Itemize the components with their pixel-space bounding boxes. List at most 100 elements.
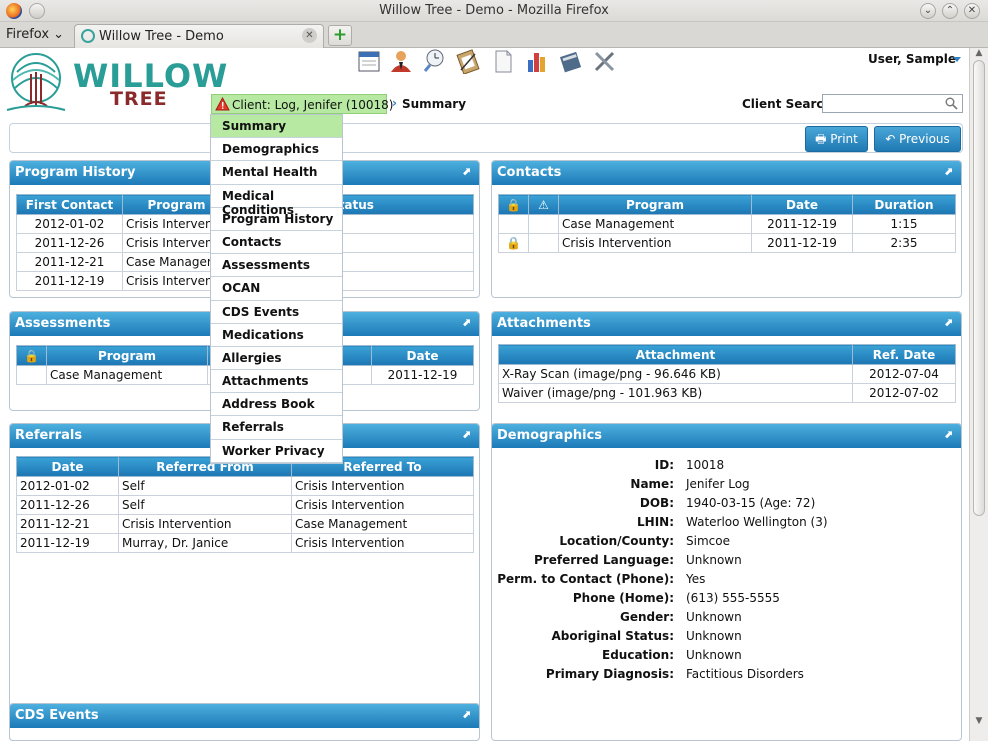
contacts-table: 🔒 ⚠ Program Date Duration Case Managemen… [498, 194, 956, 253]
clipboard-icon[interactable] [455, 48, 481, 74]
previous-button[interactable]: ↶ Previous [874, 126, 961, 152]
tools-icon[interactable] [592, 48, 618, 74]
close-window-icon[interactable]: ✕ [964, 3, 980, 19]
table-row[interactable]: 2011-12-26 Self Crisis Intervention [16, 495, 474, 515]
menu-item-attachments[interactable]: Attachments [211, 370, 342, 394]
menu-item-demographics[interactable]: Demographics [211, 138, 342, 162]
contacts-panel: Contacts ⬈ 🔒 ⚠ Program Date Duration Cas… [491, 160, 962, 298]
warning-column-icon: ⚠ [528, 194, 559, 215]
print-button[interactable]: 🖶 Print [805, 126, 868, 152]
demographic-row: ID: 10018 [654, 458, 725, 472]
bar-chart-icon[interactable] [524, 48, 550, 74]
table-row[interactable]: 2012-01-02 Self Crisis Intervention [16, 476, 474, 496]
menu-item-program-history[interactable]: Program History [211, 207, 342, 231]
tab-title: Willow Tree - Demo [99, 29, 224, 44]
vertical-scrollbar[interactable]: ▲ ▼ [969, 48, 988, 741]
demographic-row: Name: Jenifer Log [630, 477, 750, 491]
menu-item-worker-privacy[interactable]: Worker Privacy [211, 439, 342, 463]
lock-column-icon: 🔒 [16, 345, 47, 366]
minimize-icon[interactable]: ⌄ [920, 3, 936, 19]
demographic-row: Perm. to Contact (Phone): Yes [497, 572, 706, 586]
printer-icon: 🖶 [815, 132, 827, 146]
window-title: Willow Tree - Demo - Mozilla Firefox [379, 3, 609, 18]
menu-item-medical-conditions[interactable]: Medical Conditions [211, 184, 342, 217]
menu-item-contacts[interactable]: Contacts [211, 230, 342, 255]
demographic-row: Preferred Language: Unknown [534, 553, 742, 567]
action-bar: 🖶 Print ↶ Previous [9, 123, 963, 153]
warning-icon [215, 97, 230, 111]
client-search-field[interactable] [822, 94, 963, 113]
table-row[interactable]: 2011-12-19 Murray, Dr. Janice Crisis Inter… [16, 533, 474, 553]
back-arrow-icon: ↶ [885, 132, 896, 146]
user-menu[interactable]: User, Sample [868, 52, 956, 66]
scrollbar-thumb[interactable] [973, 60, 985, 516]
referrals-panel: Referrals ⬈ Date Referred From Referred … [9, 423, 480, 741]
menu-item-ocan[interactable]: OCAN [211, 277, 342, 301]
client-breadcrumb[interactable]: Client: Log, Jenifer (10018) [211, 94, 393, 114]
contacts-header: Contacts ⬈ [492, 161, 961, 185]
breadcrumb-separator-icon: › [392, 96, 397, 110]
lock-icon: 🔒 [498, 233, 529, 253]
lock-column-icon: 🔒 [498, 194, 529, 215]
cds-events-header: CDS Events ⬈ [10, 704, 479, 728]
search-icon[interactable] [945, 97, 958, 110]
user-menu-caret-icon[interactable] [953, 57, 961, 62]
expand-icon[interactable]: ⬈ [462, 708, 471, 721]
expand-icon[interactable]: ⬈ [462, 428, 471, 441]
demographic-row: Gender: Unknown [620, 610, 742, 624]
client-search-input[interactable] [823, 95, 941, 112]
willow-tree-logo[interactable]: WILLOW TREE [3, 52, 227, 116]
tree-logo-icon [6, 53, 66, 111]
scroll-down-icon[interactable]: ▼ [974, 716, 984, 726]
demographic-row: Education: Unknown [602, 648, 742, 662]
table-row[interactable]: Case Management 2011-12-19 1:15 [498, 214, 956, 234]
client-name: Client: Log, Jenifer (10018) [232, 98, 394, 112]
menu-item-address-book[interactable]: Address Book [211, 393, 342, 417]
tree-favicon-icon [81, 29, 95, 43]
menu-item-summary[interactable]: Summary [211, 115, 342, 139]
client-nav-menu: Summary Demographics Mental Health Medic… [210, 114, 343, 464]
client-search-label: Client Search [742, 97, 833, 111]
referrals-table: Date Referred From Referred To 2012-01-0… [16, 456, 474, 553]
expand-icon[interactable]: ⬈ [462, 316, 471, 329]
table-row[interactable]: 🔒 Crisis Intervention 2011-12-19 2:35 [498, 233, 956, 253]
scroll-up-icon[interactable]: ▲ [974, 48, 984, 58]
attachments-table: Attachment Ref. Date X-Ray Scan (image/p… [498, 344, 956, 403]
menu-item-cds-events[interactable]: CDS Events [211, 300, 342, 324]
expand-icon[interactable]: ⬈ [944, 316, 953, 329]
breadcrumb-current: Summary [402, 97, 467, 111]
menu-item-medications[interactable]: Medications [211, 323, 342, 347]
cds-events-panel: CDS Events ⬈ [9, 703, 480, 741]
expand-icon[interactable]: ⬈ [944, 428, 953, 441]
table-row[interactable]: Waiver (image/png - 101.963 KB) 2012-07-0… [498, 383, 956, 403]
calendar-icon[interactable] [356, 48, 382, 74]
window-titlebar: Willow Tree - Demo - Mozilla Firefox ⌄ ⌃… [0, 0, 988, 22]
firefox-menu-button[interactable]: Firefox ⌄ [6, 27, 64, 42]
search-clock-icon[interactable] [421, 48, 447, 74]
menu-item-referrals[interactable]: Referrals [211, 416, 342, 440]
chevron-down-icon: ⌄ [53, 27, 65, 42]
demographic-row: LHIN: Waterloo Wellington (3) [637, 515, 828, 529]
menu-item-mental-health[interactable]: Mental Health [211, 161, 342, 185]
expand-icon[interactable]: ⬈ [462, 165, 471, 178]
menu-item-assessments[interactable]: Assessments [211, 254, 342, 278]
demographics-header: Demographics ⬈ [492, 424, 961, 448]
table-row[interactable]: 2011-12-21 Crisis Intervention Case Manage… [16, 514, 474, 534]
tab-strip: Firefox ⌄ Willow Tree - Demo ✕ + [0, 22, 988, 48]
user-icon[interactable] [388, 48, 414, 74]
menu-item-allergies[interactable]: Allergies [211, 346, 342, 371]
demographics-panel: Demographics ⬈ ID: 10018 Name: Jenifer Log… [491, 423, 962, 741]
demographic-row: DOB: 1940-03-15 (Age: 72) [639, 496, 816, 510]
demographic-row: Phone (Home): (613) 555-5555 [572, 591, 780, 605]
demographic-row: Aboriginal Status: Unknown [551, 629, 742, 643]
document-icon[interactable] [490, 48, 516, 74]
page-content: WILLOW TREE User, Sample Client: Log, Je… [0, 48, 969, 741]
browser-tab[interactable]: Willow Tree - Demo ✕ [74, 24, 324, 48]
expand-icon[interactable]: ⬈ [944, 165, 953, 178]
table-row[interactable]: X-Ray Scan (image/png - 96.646 KB) 2012-0… [498, 364, 956, 384]
attachments-header: Attachments ⬈ [492, 312, 961, 336]
new-tab-button[interactable]: + [328, 25, 352, 46]
book-icon[interactable] [558, 48, 584, 74]
maximize-icon[interactable]: ⌃ [942, 3, 958, 19]
close-tab-icon[interactable]: ✕ [302, 28, 317, 43]
